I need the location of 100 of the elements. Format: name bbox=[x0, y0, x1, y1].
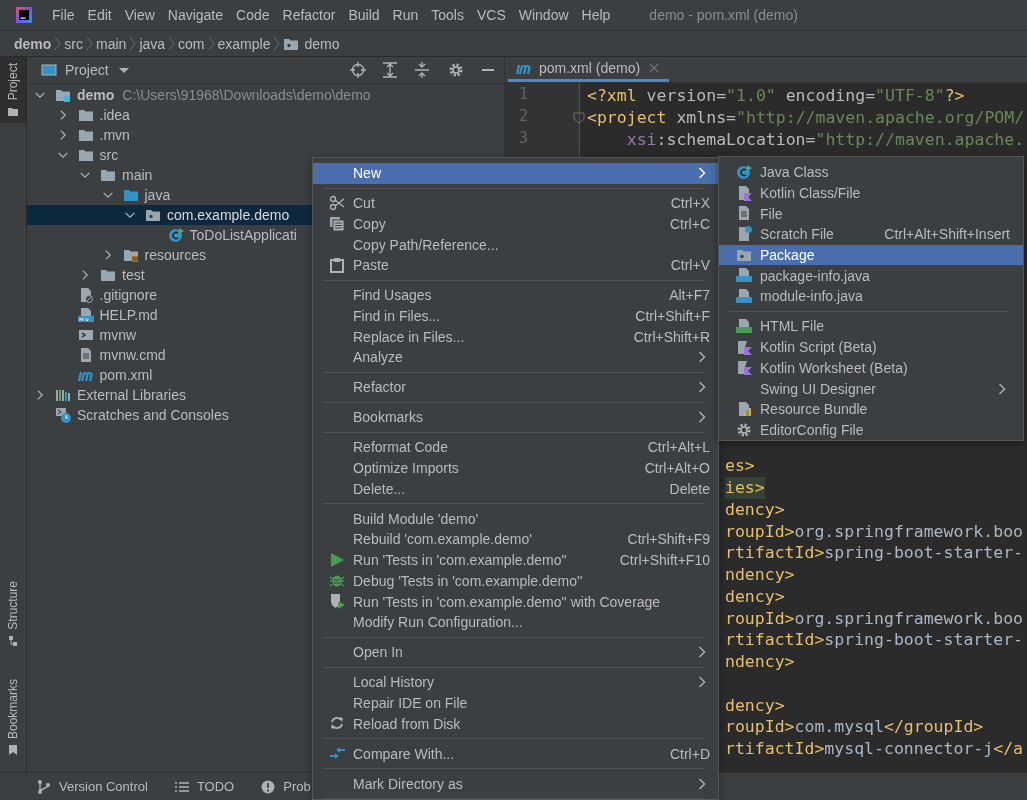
folder-icon bbox=[122, 187, 139, 203]
tool-window-button[interactable]: TODO bbox=[173, 778, 235, 795]
menu-item[interactable]: package-info.java bbox=[719, 265, 1023, 287]
tree-item[interactable]: .mvn bbox=[27, 125, 504, 145]
menu-item[interactable]: Repair IDE on File bbox=[313, 692, 718, 714]
tool-window-tab[interactable]: Structure bbox=[0, 575, 26, 653]
shortcut-label: Ctrl+Shift+F bbox=[635, 308, 710, 325]
shortcut-label: Alt+F7 bbox=[669, 287, 710, 304]
menu-bar-item[interactable]: Run bbox=[386, 7, 425, 23]
menu-item[interactable]: Kotlin Worksheet (Beta) bbox=[719, 357, 1023, 379]
shortcut-label: Ctrl+Alt+O bbox=[644, 460, 710, 477]
menu-item[interactable]: Analyze bbox=[313, 347, 718, 368]
menu-bar-item[interactable]: Help bbox=[575, 7, 617, 23]
window-icon bbox=[41, 62, 57, 78]
breadcrumb-separator-icon bbox=[53, 36, 63, 51]
breadcrumb-item[interactable]: src bbox=[64, 35, 83, 52]
menu-bar-item[interactable]: Window bbox=[512, 7, 575, 23]
menu-item[interactable]: Replace in Files... Ctrl+Shift+R bbox=[313, 326, 718, 348]
menu-item[interactable]: Package bbox=[719, 244, 1023, 266]
menu-item[interactable]: Kotlin Script (Beta) bbox=[719, 336, 1023, 358]
breadcrumb-item[interactable]: com bbox=[178, 35, 205, 52]
menu-bar-item[interactable]: Edit bbox=[81, 7, 118, 23]
module-folder-icon bbox=[55, 87, 71, 103]
menu-item[interactable]: HTML File bbox=[719, 316, 1023, 337]
menu-item[interactable]: Refactor bbox=[313, 377, 718, 398]
menu-item[interactable]: Reformat Code Ctrl+Alt+L bbox=[313, 437, 718, 458]
shortcut-label: Ctrl+D bbox=[669, 745, 710, 762]
tool-window-tab[interactable]: Bookmarks bbox=[0, 672, 26, 762]
app-logo-icon bbox=[16, 7, 32, 23]
fold-marker-icon[interactable] bbox=[572, 110, 586, 125]
menu-item[interactable]: Run 'Tests in 'com.example.demo'' Ctrl+Shift+F10 bbox=[313, 549, 718, 571]
menu-item[interactable]: Compare With... Ctrl+D bbox=[313, 743, 718, 764]
menu-item[interactable]: Find in Files... Ctrl+Shift+F bbox=[313, 305, 718, 327]
menu-item[interactable]: Resource Bundle bbox=[719, 398, 1023, 420]
terminal-file-icon bbox=[77, 327, 94, 343]
menu-item[interactable]: Build Module 'demo' bbox=[313, 508, 718, 530]
collapse-all-icon[interactable] bbox=[414, 62, 430, 78]
menu-item[interactable]: EditorConfig File bbox=[719, 419, 1023, 441]
menu-item[interactable]: File bbox=[719, 203, 1023, 225]
folder-icon bbox=[100, 167, 116, 183]
panel-title[interactable]: Project bbox=[65, 62, 109, 78]
menu-item[interactable]: Paste Ctrl+V bbox=[313, 255, 718, 276]
markdown-file-icon bbox=[77, 307, 94, 323]
menu-item[interactable]: Delete... Delete bbox=[313, 478, 718, 500]
breadcrumb-item[interactable]: demo bbox=[283, 35, 340, 52]
code-line: rtifactId>spring-boot-starter- bbox=[725, 542, 1024, 564]
menu-item[interactable]: Open In bbox=[313, 641, 718, 663]
shortcut-label: Ctrl+Alt+L bbox=[647, 439, 710, 456]
crosshair-icon[interactable] bbox=[350, 62, 366, 78]
scratches-icon bbox=[55, 407, 71, 423]
menu-item[interactable]: module-info.java bbox=[719, 286, 1023, 307]
menu-bar-item[interactable]: Refactor bbox=[276, 7, 342, 23]
menu-item[interactable]: Run 'Tests in 'com.example.demo'' with Coverage bbox=[313, 591, 718, 612]
code-line: roupId>com.mysql</groupId> bbox=[725, 716, 984, 738]
menu-item[interactable]: Copy Path/Reference... bbox=[313, 234, 718, 256]
menu-bar-item[interactable]: Tools bbox=[425, 7, 470, 23]
menu-item[interactable]: Find Usages Alt+F7 bbox=[313, 285, 718, 306]
menu-item[interactable]: Reload from Disk bbox=[313, 713, 718, 734]
shortcut-label: Delete bbox=[669, 480, 710, 497]
menu-bar-item[interactable]: Navigate bbox=[161, 7, 230, 23]
code-line: dency> bbox=[725, 694, 785, 717]
tree-row[interactable]: demo C:\Users\91968\Downloads\demo\demo bbox=[27, 85, 504, 105]
menu-item[interactable]: Scratch File Ctrl+Alt+Shift+Insert bbox=[719, 224, 1023, 245]
tool-window-button[interactable]: Version Control bbox=[36, 778, 148, 795]
tree-item[interactable]: src bbox=[27, 145, 504, 165]
folder-icon bbox=[77, 127, 94, 143]
menu-bar-item[interactable]: View bbox=[118, 7, 161, 23]
tool-window-button[interactable]: Prob bbox=[260, 778, 311, 795]
reload-icon bbox=[329, 715, 345, 732]
breadcrumb-separator-icon bbox=[85, 36, 94, 51]
tree-item[interactable]: .idea bbox=[27, 105, 504, 125]
code-line: roupId>org.springframework.boo bbox=[725, 607, 1024, 630]
breadcrumb-item[interactable]: demo bbox=[14, 35, 52, 52]
menu-item[interactable]: Java Class bbox=[719, 162, 1023, 183]
menu-item[interactable]: Debug 'Tests in 'com.example.demo'' bbox=[313, 570, 718, 592]
menu-item[interactable]: Kotlin Class/File bbox=[719, 182, 1023, 204]
menu-bar-item[interactable]: Build bbox=[342, 7, 386, 23]
menu-item[interactable]: Optimize Imports Ctrl+Alt+O bbox=[313, 457, 718, 479]
menu-item[interactable]: Rebuild 'com.example.demo' Ctrl+Shift+F9 bbox=[313, 529, 718, 550]
menu-bar-item[interactable]: Code bbox=[230, 7, 276, 23]
code-line: dency> bbox=[725, 498, 785, 521]
code-line: ndency> bbox=[725, 564, 795, 586]
settings-icon[interactable] bbox=[448, 62, 464, 78]
menu-item[interactable]: Swing UI Designer bbox=[719, 378, 1023, 399]
expand-all-icon[interactable] bbox=[382, 62, 398, 78]
menu-bar-item[interactable]: VCS bbox=[470, 7, 512, 23]
menu-item[interactable]: Local History bbox=[313, 671, 718, 693]
menu-item[interactable]: Bookmarks bbox=[313, 407, 718, 428]
compare-arrows-icon bbox=[329, 745, 345, 762]
menu-item[interactable]: Mark Directory as bbox=[313, 773, 718, 794]
menu-bar-item[interactable]: File bbox=[46, 7, 81, 23]
shortcut-label: Ctrl+Shift+F10 bbox=[619, 552, 710, 569]
menu-item[interactable]: Modify Run Configuration... bbox=[313, 611, 718, 633]
breadcrumb-item[interactable]: java bbox=[139, 35, 166, 52]
menu-item[interactable]: New bbox=[313, 163, 718, 184]
breadcrumb-separator-icon bbox=[206, 36, 216, 51]
tool-window-tab[interactable]: Project bbox=[0, 57, 26, 124]
breadcrumb-item[interactable]: example bbox=[217, 35, 271, 52]
breadcrumb-item[interactable]: main bbox=[96, 35, 127, 52]
warning-icon bbox=[260, 778, 277, 795]
